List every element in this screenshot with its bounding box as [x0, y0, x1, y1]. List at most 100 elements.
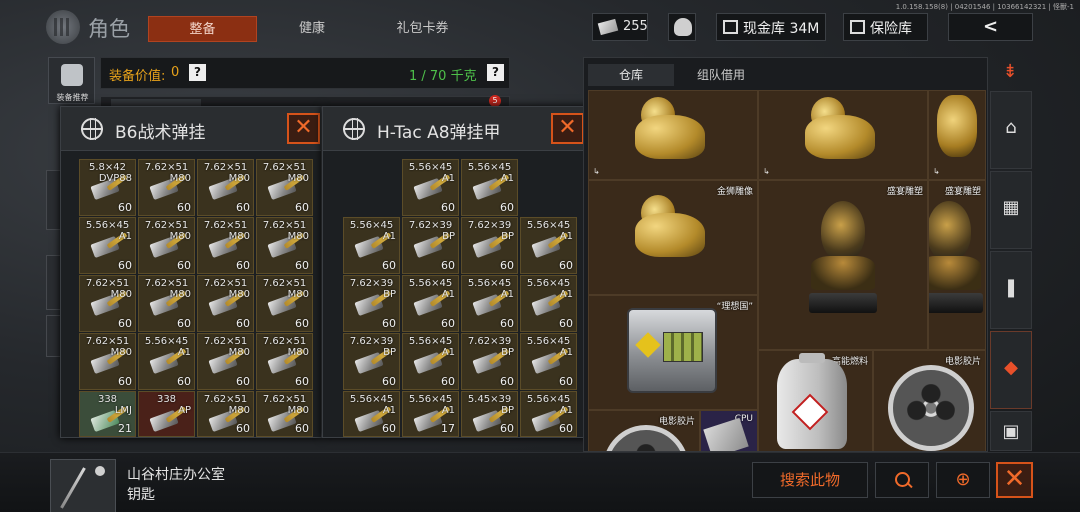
currency-display[interactable]: 255	[592, 13, 648, 41]
warehouse-item-cpu[interactable]: CPU	[700, 410, 758, 451]
warehouse-item-bust[interactable]: 盛宴雕塑	[758, 180, 928, 350]
category-supplies[interactable]: ▦	[990, 171, 1032, 249]
ammo-item-cell[interactable]: 7.62×51 M80 60	[256, 391, 313, 437]
ammo-caliber: 5.56×45	[408, 336, 453, 347]
add-to-cart-button[interactable]: ⊕	[936, 462, 990, 498]
ammo-item-cell[interactable]: 5.56×45 A1 60	[402, 333, 459, 390]
ammo-item-cell[interactable]: 5.56×45 A1 17	[402, 391, 459, 437]
top-bar: 角色 整备 健康 礼包卡券 1.0.158.158(8) | 04201546 …	[0, 0, 1080, 56]
loadout-recommend-button[interactable]: 装备推荐	[48, 57, 95, 104]
ammo-item-cell[interactable]: 7.62×39 BP 60	[461, 333, 518, 390]
ammo-item-cell[interactable]: 5.56×45 A1 60	[461, 159, 518, 216]
ammo-item-cell[interactable]: 5.8×42 DVP88 60	[79, 159, 136, 216]
ammo-item-cell[interactable]: 338 LMJ 21	[79, 391, 136, 437]
ammo-item-cell[interactable]: 5.56×45 A1 60	[79, 217, 136, 274]
ammo-caliber: 7.62×51	[262, 394, 307, 405]
ammo-caliber: 5.56×45	[526, 278, 571, 289]
cash-vault-button[interactable]: 现金库 34M	[716, 13, 826, 41]
ammo-item-cell[interactable]: 5.56×45 A1 60	[520, 333, 577, 390]
ammo-quantity: 60	[441, 201, 455, 214]
tab-gift-coupons[interactable]: 礼包卡券	[375, 16, 470, 42]
window-header[interactable]: B6战术弹挂 ✕	[61, 107, 321, 151]
warehouse-item-film-reel[interactable]: 电影胶片	[588, 410, 700, 451]
warehouse-item-fuel[interactable]: 高能燃料	[758, 350, 873, 451]
ammo-item-cell[interactable]: 7.62×51 M80 60	[197, 333, 254, 390]
warehouse-item-bust[interactable]: 盛宴雕塑	[928, 180, 986, 350]
inspect-button[interactable]	[875, 462, 929, 498]
ammo-item-cell[interactable]: 7.62×51 M80 60	[197, 275, 254, 332]
search-item-button[interactable]: 搜索此物	[752, 462, 868, 498]
ammo-item-cell[interactable]: 5.56×45 A1 60	[138, 333, 195, 390]
tab-team-borrow[interactable]: 组队借用	[674, 64, 768, 86]
ammo-item-cell[interactable]: 7.62×51 M80 60	[197, 159, 254, 216]
ammo-item-cell[interactable]: 7.62×51 M80 60	[79, 333, 136, 390]
ammo-caliber: 7.62×39	[467, 336, 512, 347]
category-valuables[interactable]: ◆	[990, 331, 1032, 409]
close-window-button[interactable]: ✕	[287, 113, 320, 144]
ammo-item-cell[interactable]: 5.56×45 A1 60	[402, 159, 459, 216]
window-header[interactable]: H-Tac A8弹挂甲 ✕	[323, 107, 595, 151]
ammo-item-cell[interactable]: 7.62×51 M80 60	[256, 275, 313, 332]
back-button[interactable]: <	[948, 13, 1033, 41]
ammo-item-cell[interactable]: 7.62×51 M80 60	[138, 275, 195, 332]
ammo-item-cell[interactable]: 5.56×45 A1 60	[520, 391, 577, 437]
category-more[interactable]: ▣	[990, 411, 1032, 451]
ammo-quantity: 60	[500, 422, 514, 435]
category-home[interactable]: ⌂	[990, 91, 1032, 169]
move-arrow-icon: ↳	[593, 167, 600, 176]
ammo-caliber: 7.62×51	[203, 336, 248, 347]
ammo-item-cell[interactable]: 5.56×45 A1 60	[520, 275, 577, 332]
warehouse-item-film-reel[interactable]: 电影胶片	[873, 350, 986, 451]
warehouse-item-lion[interactable]: 金狮雕像	[588, 180, 758, 295]
ammo-item-cell[interactable]: 7.62×51 M80 60	[256, 333, 313, 390]
ammo-item-cell[interactable]: 7.62×51 M80 60	[79, 275, 136, 332]
help-icon[interactable]: ?	[487, 64, 504, 81]
ammo-item-cell[interactable]: 5.56×45 A1 60	[461, 275, 518, 332]
home-icon: ⌂	[1005, 117, 1017, 138]
tab-health[interactable]: 健康	[270, 16, 354, 42]
ammo-item-cell[interactable]: 7.62×39 BP 60	[343, 275, 400, 332]
sort-button[interactable]: ⇟	[990, 57, 1032, 87]
ammo-item-cell[interactable]: 5.45×39 BP 60	[461, 391, 518, 437]
ammo-quantity: 60	[118, 375, 132, 388]
ammo-item-cell[interactable]: 7.62×51 M80 60	[138, 217, 195, 274]
ammo-item-cell[interactable]: 7.62×39 BP 60	[461, 217, 518, 274]
ammo-quantity: 60	[118, 259, 132, 272]
warehouse-item-case[interactable]: “理想国”	[588, 295, 758, 410]
warehouse-item-lion[interactable]: ↳	[758, 90, 928, 180]
ammo-item-cell[interactable]: 5.56×45 A1 60	[343, 391, 400, 437]
tab-storage[interactable]: 仓库	[588, 64, 674, 86]
ammo-quantity: 60	[441, 259, 455, 272]
ammo-item-cell[interactable]: 7.62×39 BP 60	[343, 333, 400, 390]
film-reel-icon	[603, 425, 689, 451]
ammo-quantity: 60	[295, 259, 309, 272]
warehouse-item-lion-partial[interactable]: ↳	[928, 90, 986, 180]
ammo-item-cell[interactable]: 7.62×51 M80 60	[197, 217, 254, 274]
ammo-caliber: 7.62×51	[203, 220, 248, 231]
tab-equip[interactable]: 整备	[148, 16, 257, 42]
ammo-caliber: 7.62×39	[408, 220, 453, 231]
selected-item-name: 山谷村庄办公室	[127, 467, 225, 483]
warehouse-item-lion[interactable]: ↳	[588, 90, 758, 180]
ammo-item-cell[interactable]: 5.56×45 A1 60	[402, 275, 459, 332]
help-icon[interactable]: ?	[189, 64, 206, 81]
selected-item-type: 钥匙	[127, 487, 155, 503]
ammo-item-cell[interactable]: 5.56×45 A1 60	[343, 217, 400, 274]
close-button[interactable]: ✕	[996, 462, 1033, 498]
key-item-icon[interactable]	[50, 459, 116, 512]
ammo-item-cell[interactable]: 7.62×51 M80 60	[138, 159, 195, 216]
ammo-item-cell[interactable]: 5.56×45 A1 60	[520, 217, 577, 274]
category-ammo[interactable]: ❚	[990, 251, 1032, 329]
ammo-quantity: 60	[295, 317, 309, 330]
move-arrow-icon: ↳	[933, 167, 940, 176]
ammo-quantity: 60	[236, 201, 250, 214]
ammo-quantity: 60	[295, 201, 309, 214]
safe-box-button[interactable]: 保险库	[843, 13, 928, 41]
ammo-item-cell[interactable]: 7.62×51 M80 60	[197, 391, 254, 437]
ammo-item-cell[interactable]: 338 AP	[138, 391, 195, 437]
ammo-item-cell[interactable]: 7.62×39 BP 60	[402, 217, 459, 274]
trader-button[interactable]	[668, 13, 696, 41]
close-window-button[interactable]: ✕	[551, 113, 584, 144]
ammo-item-cell[interactable]: 7.62×51 M80 60	[256, 217, 313, 274]
ammo-item-cell[interactable]: 7.62×51 M80 60	[256, 159, 313, 216]
